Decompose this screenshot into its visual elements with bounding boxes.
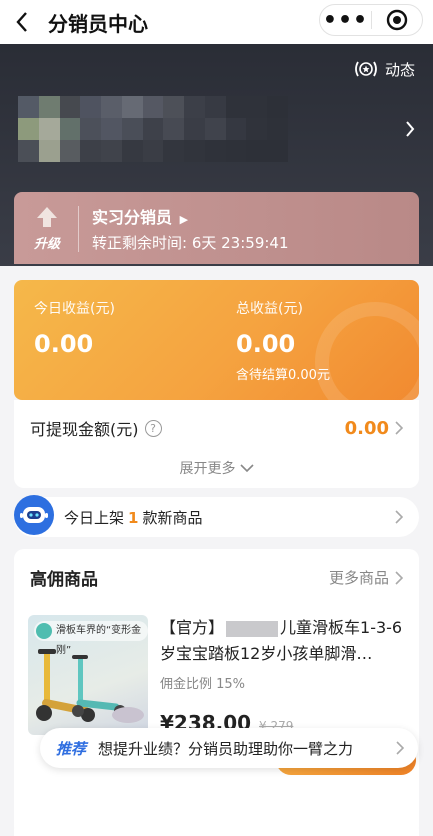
close-mini-program-button[interactable] [372,5,422,35]
total-income: 总收益(元) 0.00 含待结算0.00元 [236,298,330,383]
profile-chevron-right-icon[interactable] [405,120,415,138]
withdraw-row[interactable]: 可提现金额(元) ? 0.00 [30,416,403,440]
coin-watermark-icon [315,302,419,400]
today-income-label: 今日收益(元) [34,301,115,317]
back-button[interactable] [0,0,44,44]
pending-settlement: 含待结算0.00元 [236,368,330,383]
mini-program-capsule: ••• [319,4,423,36]
expand-more-label: 展开更多 [179,461,236,477]
recommend-chevron-right-icon [396,741,404,755]
income-card: 今日收益(元) 0.00 总收益(元) 0.00 含待结算0.00元 [14,280,419,400]
robot-assistant-icon [14,495,54,535]
assistant-recommend-banner[interactable]: 推荐 想提升业绩？分销员助理助你一臂之力 [40,728,418,768]
level-name-text: 实习分销员 [92,208,173,227]
new-products-count: 1 [128,508,139,527]
total-income-value: 0.00 [236,330,296,358]
level-card[interactable]: 升级 实习分销员 ▶ 转正剩余时间: 6天 23:59:41 [14,192,419,264]
today-income: 今日收益(元) 0.00 [34,298,115,358]
more-products-chevron-right-icon[interactable] [395,570,403,585]
recommend-text: 想提升业绩？分销员助理助你一臂之力 [98,739,354,758]
commission-ratio: 佣金比例 15% [160,677,246,692]
target-close-icon [386,9,408,31]
nav-bar: 分销员中心 ••• [0,0,433,44]
product-image[interactable]: 滑板车界的“变形金刚” [28,615,148,735]
total-income-label: 总收益(元) [236,301,303,317]
section-header: 高佣商品 更多商品 [30,565,403,590]
expand-more-button[interactable]: 展开更多 [14,458,419,478]
blurred-user-info [18,96,288,162]
section-title: 高佣商品 [30,570,98,590]
new-products-suffix: 款新商品 [142,508,203,527]
withdraw-panel: 可提现金额(元) ? 0.00 展开更多 [14,400,419,488]
level-divider [78,206,79,252]
back-arrow-icon [16,12,27,32]
upgrade-arrow-icon [37,206,57,227]
new-products-chevron-right-icon [395,510,403,524]
recommend-tag: 推荐 [56,739,87,758]
upgrade-label: 升级 [33,236,60,252]
caret-right-icon: ▶ [179,213,189,226]
dynamic-button[interactable]: 动态 [353,58,415,80]
more-menu-button[interactable]: ••• [320,5,371,35]
page-title: 分销员中心 [48,11,148,36]
scooter-illustration [36,649,144,723]
blurred-brand-name [226,620,279,637]
new-products-bar[interactable]: 今日上架 1 款新商品 [14,495,419,537]
chevron-down-icon [239,464,254,473]
withdraw-chevron-right-icon [395,421,403,435]
profile-header: 动态 升级 实习分销员 ▶ 转正剩余时间: 6天 23:59:41 [0,44,433,266]
help-question-icon[interactable]: ? [144,419,162,437]
withdraw-label: 可提现金额(元) [30,420,139,439]
level-name: 实习分销员 ▶ [92,204,188,228]
probation-remaining: 转正剩余时间: 6天 23:59:41 [92,234,289,252]
next-section-edge [14,820,419,836]
high-commission-section: 高佣商品 更多商品 滑板车界的“变形金刚” 【官方】 儿童滑板车1-3-6岁宝宝踏… [14,549,419,836]
new-products-prefix: 今日上架 [64,508,125,527]
broadcast-star-icon [353,58,379,80]
withdraw-amount: 0.00 [344,417,389,439]
upgrade-badge: 升级 [24,202,70,254]
more-products-link[interactable]: 更多商品 [329,567,389,588]
product-title-prefix: 【官方】 [160,618,225,637]
new-products-text: 今日上架 1 款新商品 [64,507,202,528]
product-title[interactable]: 【官方】 儿童滑板车1-3-6岁宝宝踏板12岁小孩单脚滑… [160,615,405,667]
dynamic-label: 动态 [384,60,415,79]
today-income-value: 0.00 [34,330,94,358]
